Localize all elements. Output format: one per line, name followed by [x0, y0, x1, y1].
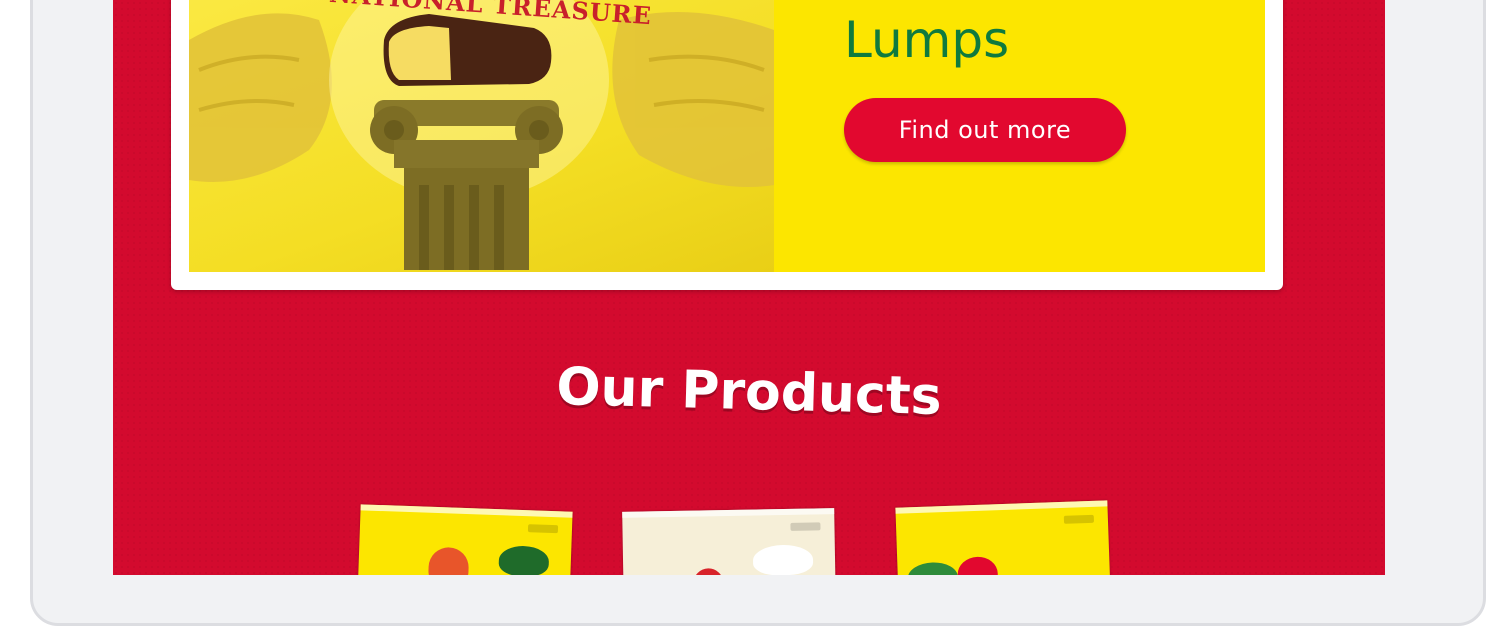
product-carousel — [113, 500, 1385, 575]
product-pack[interactable] — [622, 508, 836, 575]
fruit-graphic — [427, 546, 470, 575]
cream-swirl-graphic — [752, 544, 814, 575]
palm-leaf-graphic — [498, 545, 550, 575]
pedestal-illustration — [189, 0, 774, 270]
promo-banner: NATIONAL TREASURE Lumps Find out more — [171, 0, 1283, 290]
fruit-graphic — [693, 568, 724, 575]
product-pack[interactable] — [357, 504, 573, 575]
find-out-more-button[interactable]: Find out more — [844, 98, 1126, 162]
fruit-graphic — [957, 556, 999, 575]
banner-artwork: NATIONAL TREASURE — [189, 0, 774, 272]
pack-logo — [1063, 514, 1095, 524]
right-wing — [612, 12, 774, 187]
products-section-title: Our Products — [555, 356, 943, 428]
pack-logo — [527, 524, 559, 534]
product-pack[interactable] — [895, 500, 1111, 575]
banner-promo-panel: Lumps Find out more — [774, 0, 1265, 272]
fruit-graphic — [907, 561, 959, 575]
website-screen: NATIONAL TREASURE Lumps Find out more Ou… — [113, 0, 1385, 575]
promo-banner-inner: NATIONAL TREASURE Lumps Find out more — [189, 0, 1265, 272]
pack-logo — [790, 522, 821, 531]
promo-title-line2: Lumps — [844, 11, 1010, 69]
left-wing — [189, 13, 332, 183]
